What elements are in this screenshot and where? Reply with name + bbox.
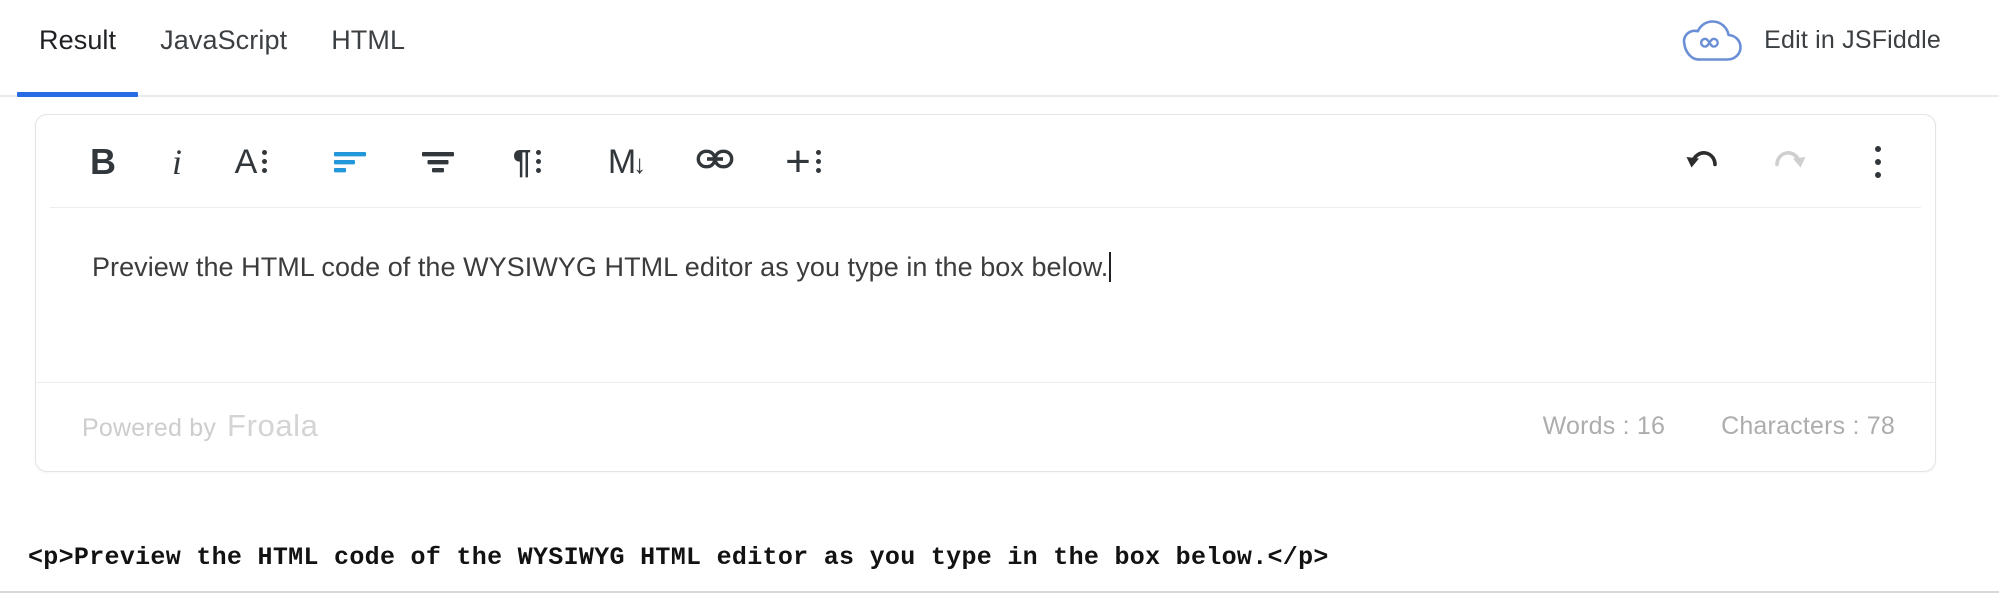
- vertical-dots-icon: [262, 150, 268, 173]
- froala-editor-card: B i A ¶ M ↓ + Preview the HTML code of t…: [35, 114, 1936, 472]
- tab-html[interactable]: HTML: [309, 0, 427, 97]
- editor-paragraph: Preview the HTML code of the WYSIWYG HTM…: [92, 248, 1895, 287]
- align-left-icon: [331, 147, 371, 177]
- tab-javascript[interactable]: JavaScript: [138, 0, 309, 97]
- tab-list: Result JavaScript HTML: [17, 0, 427, 97]
- editor-footer: Powered by Froala Words : 16 Characters …: [36, 382, 1935, 470]
- tab-result-label: Result: [39, 25, 117, 55]
- editor-content-area[interactable]: Preview the HTML code of the WYSIWYG HTM…: [36, 208, 1935, 382]
- more-text-button[interactable]: A: [222, 133, 280, 191]
- tab-bar: Result JavaScript HTML Edit in JSFiddle: [0, 0, 1999, 97]
- align-center-button[interactable]: [410, 133, 468, 191]
- markdown-icon: M ↓: [608, 145, 646, 179]
- more-menu-button[interactable]: [1849, 133, 1907, 191]
- vertical-dots-icon: [536, 150, 542, 173]
- italic-icon: i: [171, 141, 182, 182]
- powered-by-label: Powered by: [82, 414, 217, 442]
- markdown-letter: M: [607, 142, 637, 181]
- tab-html-label: HTML: [331, 25, 406, 55]
- vertical-dots-icon: [815, 150, 821, 173]
- editor-toolbar: B i A ¶ M ↓ +: [36, 115, 1935, 208]
- tab-javascript-label: JavaScript: [160, 25, 288, 55]
- editor-counters: Words : 16 Characters : 78: [1543, 412, 1895, 441]
- tab-result[interactable]: Result: [17, 0, 139, 97]
- more-rich-icon: +: [785, 136, 821, 186]
- align-center-icon: [419, 147, 459, 177]
- froala-wordmark: Froala: [227, 408, 319, 443]
- paragraph-format-icon: ¶: [512, 143, 542, 180]
- plus-glyph: +: [785, 136, 811, 186]
- text-caret: [1109, 252, 1112, 282]
- character-count: Characters : 78: [1721, 411, 1895, 440]
- italic-button[interactable]: i: [148, 133, 206, 191]
- html-code-output: <p>Preview the HTML code of the WYSIWYG …: [28, 543, 1329, 572]
- markdown-arrow: ↓: [633, 148, 647, 179]
- jsfiddle-cloud-infinity-icon: [1682, 18, 1744, 62]
- more-text-letter: A: [234, 142, 258, 181]
- link-icon: [696, 146, 734, 177]
- paragraph-format-button[interactable]: ¶: [498, 133, 556, 191]
- edit-in-jsfiddle-link[interactable]: Edit in JSFiddle: [1682, 18, 1941, 62]
- redo-button[interactable]: [1761, 133, 1819, 191]
- bold-button[interactable]: B: [74, 133, 132, 191]
- editor-text-value: Preview the HTML code of the WYSIWYG HTM…: [92, 252, 1109, 282]
- insert-link-button[interactable]: [686, 133, 744, 191]
- pilcrow-glyph: ¶: [512, 143, 532, 180]
- redo-icon: [1770, 143, 1810, 180]
- edit-in-jsfiddle-label: Edit in JSFiddle: [1764, 25, 1941, 54]
- more-text-icon: A: [235, 145, 268, 179]
- markdown-button[interactable]: M ↓: [598, 133, 656, 191]
- word-count: Words : 16: [1542, 411, 1666, 440]
- more-rich-button[interactable]: +: [774, 133, 832, 191]
- more-vertical-icon: [1875, 145, 1881, 178]
- undo-button[interactable]: [1673, 133, 1731, 191]
- powered-by-froala[interactable]: Powered by Froala: [82, 408, 319, 444]
- align-left-button[interactable]: [322, 133, 380, 191]
- undo-icon: [1682, 143, 1722, 180]
- bold-icon: B: [90, 140, 116, 182]
